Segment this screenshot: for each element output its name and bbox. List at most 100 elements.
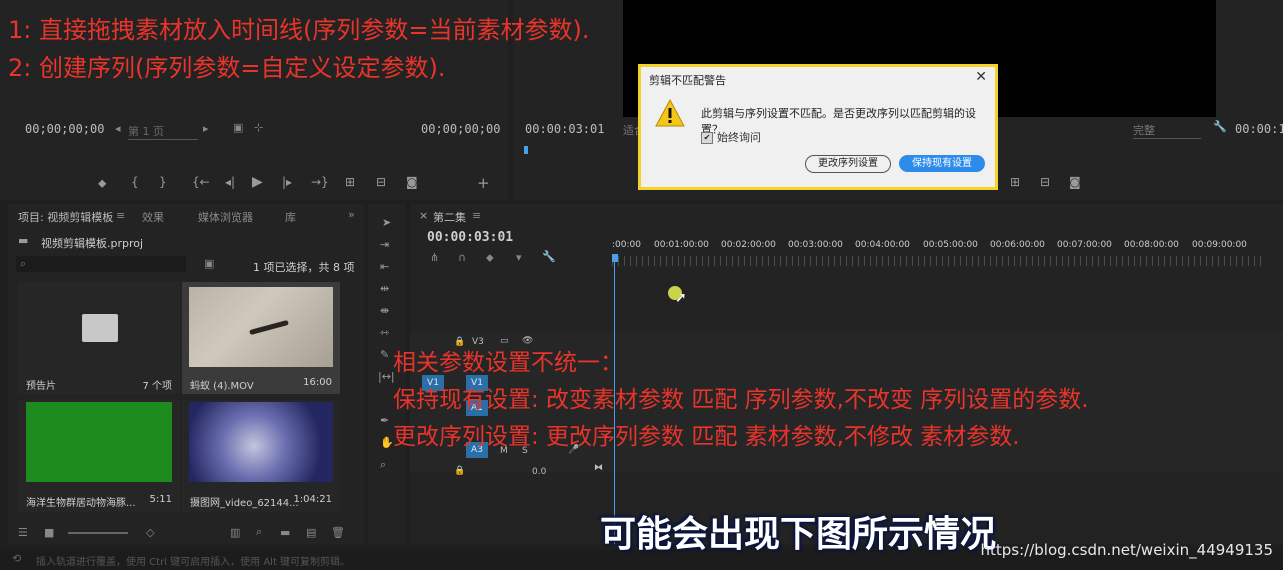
mouse-cursor-icon: ➚ (675, 290, 687, 306)
clip-item[interactable]: 海洋生物群居动物海豚... 5:11 (18, 400, 180, 512)
timeline-close-icon[interactable]: × (419, 209, 428, 222)
keep-existing-settings-button[interactable]: 保持现有设置 (899, 155, 985, 172)
mark-out-icon[interactable]: } (159, 175, 167, 189)
new-item-icon[interactable]: ▤ (306, 526, 316, 539)
clip-mismatch-dialog: 剪辑不匹配警告 ✕ 此剪辑与序列设置不匹配。是否更改序列以匹配剪辑的设置？ ✔ 始… (638, 64, 998, 190)
bin-folder-icon (82, 314, 118, 342)
automate-icon[interactable]: ▥ (230, 526, 240, 539)
go-to-in-icon[interactable]: {← (192, 175, 210, 189)
new-folder-icon[interactable]: ▬ (280, 526, 290, 539)
ant-shape (249, 319, 289, 336)
razor-icon[interactable]: ✎ (380, 348, 389, 361)
source-timecode-left: 00;00;00;00 (25, 122, 105, 136)
clip-thumbnail-ant (189, 287, 333, 367)
clip-item-selected[interactable]: 蚂蚁 (4).MOV 16:00 (182, 282, 340, 394)
add-button-icon[interactable]: + (477, 174, 490, 192)
step-forward-icon[interactable]: |▸ (282, 175, 292, 189)
panel-overflow-icon[interactable]: » (348, 208, 355, 221)
export-frame-icon[interactable]: ▣ (233, 121, 243, 134)
clip-thumbnail-coral (189, 402, 333, 482)
ruler-label: 00:02:00:00 (721, 240, 776, 250)
marker-icon[interactable]: ▾ (516, 251, 522, 264)
linked-select-icon[interactable]: ∩ (458, 251, 466, 264)
watermark: https://blog.csdn.net/weixin_44949135 (980, 541, 1273, 559)
snap-icon[interactable]: ⋔ (430, 251, 439, 264)
tab-media-browser[interactable]: 媒体浏览器 (198, 209, 253, 225)
search-input[interactable]: ⌕ (16, 256, 186, 272)
new-bin-icon[interactable]: ▣ (204, 257, 214, 270)
project-filename: 视频剪辑模板.prproj (41, 237, 144, 250)
trash-icon[interactable]: 🗑 (331, 526, 345, 539)
ripple-edit-icon[interactable]: ⇹ (380, 282, 389, 295)
tab-menu-icon[interactable]: ≡ (472, 209, 481, 222)
settings-icon[interactable]: ⊹ (254, 121, 263, 134)
close-icon[interactable]: ✕ (975, 69, 987, 85)
program-camera-icon[interactable]: ◙ (1069, 175, 1081, 189)
overwrite-icon[interactable]: ⊟ (376, 175, 386, 189)
tab-sequence[interactable]: 第二集 (433, 209, 466, 225)
warning-icon (655, 99, 685, 127)
track-select-back-icon[interactable]: ⇤ (380, 260, 389, 273)
ruler-label: 00:09:00:00 (1192, 240, 1247, 250)
rolling-edit-icon[interactable]: ⇼ (380, 304, 389, 317)
tab-menu-icon[interactable]: ≡ (116, 209, 125, 222)
timeline-settings-icon[interactable]: 🔧 (542, 250, 556, 263)
step-back-icon[interactable]: ◂| (225, 175, 235, 189)
page-prev-icon[interactable]: ◂ (115, 122, 121, 135)
tab-libraries[interactable]: 库 (285, 209, 296, 225)
insert-icon[interactable]: ⊞ (345, 175, 355, 189)
icon-view-icon[interactable]: ■ (44, 526, 54, 539)
item-name: 预告片 (26, 381, 56, 392)
change-sequence-settings-button[interactable]: 更改序列设置 (805, 155, 891, 173)
rate-stretch-icon[interactable]: ⇿ (380, 326, 389, 339)
ruler-label: 00:06:00:00 (990, 240, 1045, 250)
source-timecode-right: 00;00;00;00 (421, 122, 501, 136)
tab-effects[interactable]: 效果 (142, 209, 164, 225)
tab-project[interactable]: 项目: 视频剪辑模板 (18, 209, 113, 225)
pen-icon[interactable]: ✒ (380, 414, 389, 427)
lock-icon[interactable]: 🔒 (454, 466, 465, 476)
list-view-icon[interactable]: ☰ (18, 526, 28, 539)
item-meta: 5:11 (149, 494, 172, 505)
item-meta: 7 个项 (142, 381, 172, 392)
overlay-mid-line-3: 更改序列设置: 更改序列参数 匹配 素材参数,不修改 素材参数. (393, 424, 1020, 450)
timeline-timecode[interactable]: 00:00:03:01 (427, 230, 513, 245)
video-subtitle: 可能会出现下图所示情况 (600, 514, 997, 555)
program-playhead-marker[interactable] (524, 146, 528, 154)
page-next-icon[interactable]: ▸ (203, 122, 209, 135)
track-select-icon[interactable]: ⇥ (380, 238, 389, 251)
playhead-head[interactable] (612, 254, 618, 262)
go-to-out-icon[interactable]: →} (311, 175, 329, 189)
bin-item[interactable]: 预告片 7 个项 (18, 282, 180, 394)
master-volume[interactable]: 0.0 (532, 467, 546, 477)
find-icon[interactable]: ⌕ (256, 525, 262, 539)
item-meta: 16:00 (303, 377, 332, 388)
sort-icon[interactable]: ◇ (146, 526, 154, 539)
wrench-icon[interactable]: 🔧 (1213, 120, 1227, 133)
clip-thumbnail-green (26, 402, 172, 482)
always-ask-checkbox[interactable]: ✔ 始终询问 (701, 129, 761, 145)
selection-tool-icon[interactable]: ➤ (382, 216, 391, 229)
program-overwrite-icon[interactable]: ⊟ (1040, 175, 1050, 189)
project-panel: 项目: 视频剪辑模板 ≡ 效果 媒体浏览器 库 » ▬ 视频剪辑模板.prpro… (8, 204, 364, 544)
checkbox-label: 始终询问 (717, 131, 761, 144)
quality-select[interactable]: 完整 (1133, 122, 1201, 139)
page-select[interactable]: 第 1 页 (128, 123, 198, 140)
ruler-label: 00:03:00:00 (788, 240, 843, 250)
checkbox-check-icon[interactable]: ✔ (701, 132, 713, 144)
program-timecode-right: 00:00:19 (1235, 122, 1283, 136)
marker-icon[interactable]: ⬥ (98, 176, 106, 191)
hand-icon[interactable]: ✋ (380, 436, 394, 449)
add-marker-icon[interactable]: ⬥ (486, 251, 494, 265)
time-ruler[interactable] (612, 256, 1262, 266)
clip-item[interactable]: 摄图网_video_62144... 1:04:21 (182, 400, 340, 512)
zoom-tool-icon[interactable]: ⌕ (380, 458, 386, 472)
zoom-slider[interactable] (68, 532, 128, 534)
program-insert-icon[interactable]: ⊞ (1010, 175, 1020, 189)
camera-icon[interactable]: ◙ (406, 175, 418, 189)
selection-count: 1 项已选择，共 8 项 (253, 261, 355, 274)
mark-in-icon[interactable]: { (131, 175, 139, 189)
play-icon[interactable]: ▶ (252, 174, 263, 190)
ruler-label: 00:08:00:00 (1124, 240, 1179, 250)
ruler-label: 00:01:00:00 (654, 240, 709, 250)
